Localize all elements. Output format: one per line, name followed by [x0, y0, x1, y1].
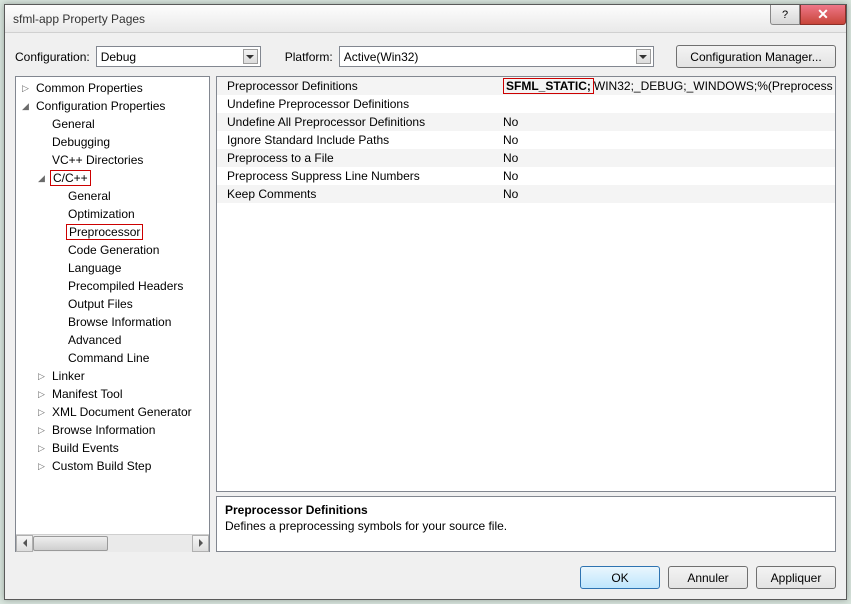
- platform-value: Active(Win32): [344, 50, 419, 64]
- chevron-down-icon: [243, 49, 258, 64]
- description-title: Preprocessor Definitions: [225, 503, 827, 517]
- configuration-label: Configuration:: [15, 50, 90, 64]
- tree-item-ccpp[interactable]: ◢C/C++: [16, 169, 209, 187]
- chevron-right-icon: ▷: [20, 83, 31, 94]
- grid-row-ignore-std-include[interactable]: Ignore Standard Include Paths No: [217, 131, 835, 149]
- grid-row-preprocess-file[interactable]: Preprocess to a File No: [217, 149, 835, 167]
- scroll-track[interactable]: [33, 535, 192, 552]
- titlebar: sfml-app Property Pages ? ✕: [5, 5, 846, 33]
- tree-item-configuration[interactable]: ◢Configuration Properties: [16, 97, 209, 115]
- ok-button[interactable]: OK: [580, 566, 660, 589]
- platform-combo[interactable]: Active(Win32): [339, 46, 654, 67]
- tree-item-cc-language[interactable]: Language: [16, 259, 209, 277]
- tree-item-cc-general[interactable]: General: [16, 187, 209, 205]
- tree-item-cc-pch[interactable]: Precompiled Headers: [16, 277, 209, 295]
- property-pages-dialog: sfml-app Property Pages ? ✕ Configuratio…: [4, 4, 847, 600]
- configuration-combo[interactable]: Debug: [96, 46, 261, 67]
- tree-item-build[interactable]: ▷Build Events: [16, 439, 209, 457]
- chevron-right-icon: ▷: [36, 461, 47, 472]
- grid-value: No: [499, 133, 835, 147]
- tree-item-linker[interactable]: ▷Linker: [16, 367, 209, 385]
- tree-item-vcdirs[interactable]: VC++ Directories: [16, 151, 209, 169]
- tree[interactable]: ▷Common Properties ◢Configuration Proper…: [16, 77, 209, 534]
- tree-item-custom[interactable]: ▷Custom Build Step: [16, 457, 209, 475]
- tree-item-cc-output[interactable]: Output Files: [16, 295, 209, 313]
- main-area: ▷Common Properties ◢Configuration Proper…: [5, 76, 846, 558]
- tree-item-general[interactable]: General: [16, 115, 209, 133]
- tree-item-cc-advanced[interactable]: Advanced: [16, 331, 209, 349]
- platform-label: Platform:: [285, 50, 333, 64]
- tree-item-cc-cmdline[interactable]: Command Line: [16, 349, 209, 367]
- close-button[interactable]: ✕: [800, 5, 846, 25]
- configuration-value: Debug: [101, 50, 136, 64]
- grid-row-suppress-line-numbers[interactable]: Preprocess Suppress Line Numbers No: [217, 167, 835, 185]
- chevron-right-icon: ▷: [36, 407, 47, 418]
- chevron-down-icon: ◢: [36, 173, 47, 184]
- scroll-left-arrow-icon[interactable]: [16, 535, 33, 552]
- grid-value: No: [499, 169, 835, 183]
- tree-item-manifest[interactable]: ▷Manifest Tool: [16, 385, 209, 403]
- tree-item-cc-codegen[interactable]: Code Generation: [16, 241, 209, 259]
- help-button[interactable]: ?: [770, 5, 800, 25]
- grid-name: Undefine All Preprocessor Definitions: [217, 115, 499, 129]
- description-pane: Preprocessor Definitions Defines a prepr…: [216, 496, 836, 552]
- chevron-right-icon: ▷: [36, 425, 47, 436]
- grid-name: Keep Comments: [217, 187, 499, 201]
- tree-item-cc-preprocessor[interactable]: Preprocessor: [16, 223, 209, 241]
- config-row: Configuration: Debug Platform: Active(Wi…: [5, 33, 846, 76]
- grid-row-keep-comments[interactable]: Keep Comments No: [217, 185, 835, 203]
- grid-name: Undefine Preprocessor Definitions: [217, 97, 499, 111]
- tree-pane: ▷Common Properties ◢Configuration Proper…: [15, 76, 210, 552]
- grid-name: Preprocessor Definitions: [217, 79, 499, 93]
- grid-name: Preprocess Suppress Line Numbers: [217, 169, 499, 183]
- chevron-right-icon: ▷: [36, 443, 47, 454]
- chevron-right-icon: ▷: [36, 389, 47, 400]
- chevron-right-icon: ▷: [36, 371, 47, 382]
- grid-value: SFML_STATIC;WIN32;_DEBUG;_WINDOWS;%(Prep…: [499, 78, 835, 94]
- chevron-down-icon: ◢: [20, 101, 31, 112]
- property-grid: Preprocessor Definitions SFML_STATIC;WIN…: [216, 76, 836, 492]
- right-pane: Preprocessor Definitions SFML_STATIC;WIN…: [216, 76, 836, 552]
- grid-row-undefine-preprocessor[interactable]: Undefine Preprocessor Definitions: [217, 95, 835, 113]
- grid-value: No: [499, 187, 835, 201]
- tree-item-common[interactable]: ▷Common Properties: [16, 79, 209, 97]
- tree-item-cc-browse[interactable]: Browse Information: [16, 313, 209, 331]
- grid-value: No: [499, 115, 835, 129]
- cancel-button[interactable]: Annuler: [668, 566, 748, 589]
- tree-item-debugging[interactable]: Debugging: [16, 133, 209, 151]
- apply-button[interactable]: Appliquer: [756, 566, 836, 589]
- scroll-thumb[interactable]: [33, 536, 108, 551]
- chevron-down-icon: [636, 49, 651, 64]
- footer: OK Annuler Appliquer: [5, 558, 846, 599]
- scroll-right-arrow-icon[interactable]: [192, 535, 209, 552]
- tree-horizontal-scrollbar[interactable]: [16, 534, 209, 551]
- tree-item-cc-optimization[interactable]: Optimization: [16, 205, 209, 223]
- window-title: sfml-app Property Pages: [13, 12, 145, 26]
- grid-value: No: [499, 151, 835, 165]
- titlebar-buttons: ? ✕: [770, 5, 846, 25]
- description-text: Defines a preprocessing symbols for your…: [225, 519, 827, 533]
- tree-item-xml[interactable]: ▷XML Document Generator: [16, 403, 209, 421]
- tree-item-browse[interactable]: ▷Browse Information: [16, 421, 209, 439]
- configuration-manager-button[interactable]: Configuration Manager...: [676, 45, 836, 68]
- grid-name: Ignore Standard Include Paths: [217, 133, 499, 147]
- grid-row-preprocessor-definitions[interactable]: Preprocessor Definitions SFML_STATIC;WIN…: [217, 77, 835, 95]
- grid-row-undefine-all[interactable]: Undefine All Preprocessor Definitions No: [217, 113, 835, 131]
- grid-name: Preprocess to a File: [217, 151, 499, 165]
